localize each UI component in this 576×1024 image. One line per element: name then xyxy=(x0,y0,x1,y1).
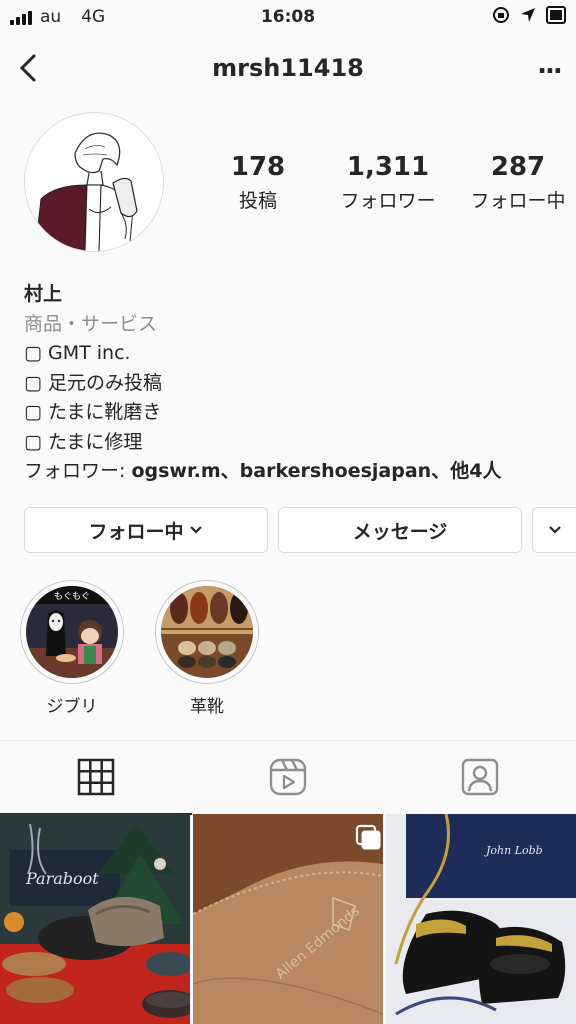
stat-label: フォロワー xyxy=(340,190,436,212)
bio-line: ▢ たまに修理 xyxy=(24,430,143,453)
highlight-ring xyxy=(155,580,259,684)
stat-label: 投稿 xyxy=(238,190,277,212)
highlight-ring: もぐもぐ xyxy=(20,580,124,684)
highlight-label: 革靴 xyxy=(190,697,224,717)
highlight-cover: もぐもぐ xyxy=(26,586,118,678)
tagged-person-icon xyxy=(461,758,499,796)
message-button-label: メッセージ xyxy=(352,520,448,543)
profile-name: 村上 xyxy=(24,283,63,305)
status-right xyxy=(492,6,566,24)
following-button[interactable]: フォロー中 xyxy=(24,507,268,553)
following-count[interactable]: 287 フォロー中 xyxy=(462,152,574,213)
followers-count[interactable]: 1,311 フォロワー xyxy=(328,152,448,213)
followed-by-names: ogswr.m、barkershoesjapan、 xyxy=(131,460,451,482)
highlight-image xyxy=(161,586,253,678)
post-image: John Lobb xyxy=(386,814,576,1024)
profile-tabs xyxy=(0,740,576,815)
orientation-lock-icon xyxy=(493,7,509,23)
followed-by-prefix: フォロワー: xyxy=(24,460,132,482)
avatar-illustration xyxy=(25,113,163,251)
stat-value: 287 xyxy=(490,152,546,182)
highlight-leather-shoes[interactable]: 革靴 xyxy=(155,580,259,717)
profile-header: mrsh11418 ... xyxy=(0,40,576,98)
tab-reels[interactable] xyxy=(192,741,384,813)
post-image: Paraboot xyxy=(0,814,190,1024)
suggested-accounts-button[interactable] xyxy=(532,507,576,553)
post-image: Allen Edmonds xyxy=(193,814,383,1024)
stat-value: 178 xyxy=(230,152,286,182)
bio-line: ▢ GMT inc. xyxy=(24,342,131,364)
followed-by-suffix: 他4人 xyxy=(450,460,502,482)
stat-label: フォロー中 xyxy=(470,190,566,212)
highlight-label: ジブリ xyxy=(46,697,98,717)
status-bar: au 4G 16:08 xyxy=(0,0,576,36)
post-thumbnail[interactable]: John Lobb xyxy=(386,814,576,1024)
tab-posts-grid[interactable] xyxy=(0,741,192,815)
stat-value: 1,311 xyxy=(346,152,430,182)
post-box-text: Paraboot xyxy=(25,869,99,888)
highlight-image: もぐもぐ xyxy=(26,586,118,678)
highlight-caption: もぐもぐ xyxy=(54,591,90,602)
highlight-ghibli[interactable]: もぐもぐ ジブリ xyxy=(20,580,124,717)
page-title: mrsh11418 xyxy=(212,54,364,82)
bio-line: ▢ 足元のみ投稿 xyxy=(24,371,162,394)
profile-category: 商品・サービス xyxy=(24,312,158,335)
tab-tagged[interactable] xyxy=(384,741,576,813)
bio-line: ▢ たまに靴磨き xyxy=(24,401,162,423)
profile-bio: 村上 商品・サービス ▢ GMT inc. ▢ 足元のみ投稿 ▢ たまに靴磨き … xyxy=(24,280,564,487)
status-time: 16:08 xyxy=(260,7,316,27)
avatar[interactable] xyxy=(24,112,164,252)
following-button-label: フォロー中 xyxy=(88,520,184,543)
chevron-down-icon xyxy=(189,526,202,534)
message-button[interactable]: メッセージ xyxy=(278,507,522,553)
posts-grid: Paraboot Allen Edmonds John Lobb xyxy=(0,812,576,1024)
grid-icon xyxy=(77,758,115,796)
location-icon xyxy=(521,8,535,22)
highlight-cover xyxy=(161,586,253,678)
more-options-button[interactable]: ... xyxy=(534,50,564,86)
post-thumbnail[interactable]: Paraboot xyxy=(0,814,190,1024)
reels-icon xyxy=(269,758,307,796)
post-box-text: John Lobb xyxy=(484,844,543,857)
posts-count[interactable]: 178 投稿 xyxy=(222,152,294,213)
chevron-down-icon xyxy=(549,526,561,534)
battery-icon xyxy=(546,6,566,24)
followed-by[interactable]: フォロワー: ogswr.m、barkershoesjapan、他4人 xyxy=(24,457,564,487)
post-thumbnail[interactable]: Allen Edmonds xyxy=(193,814,383,1024)
